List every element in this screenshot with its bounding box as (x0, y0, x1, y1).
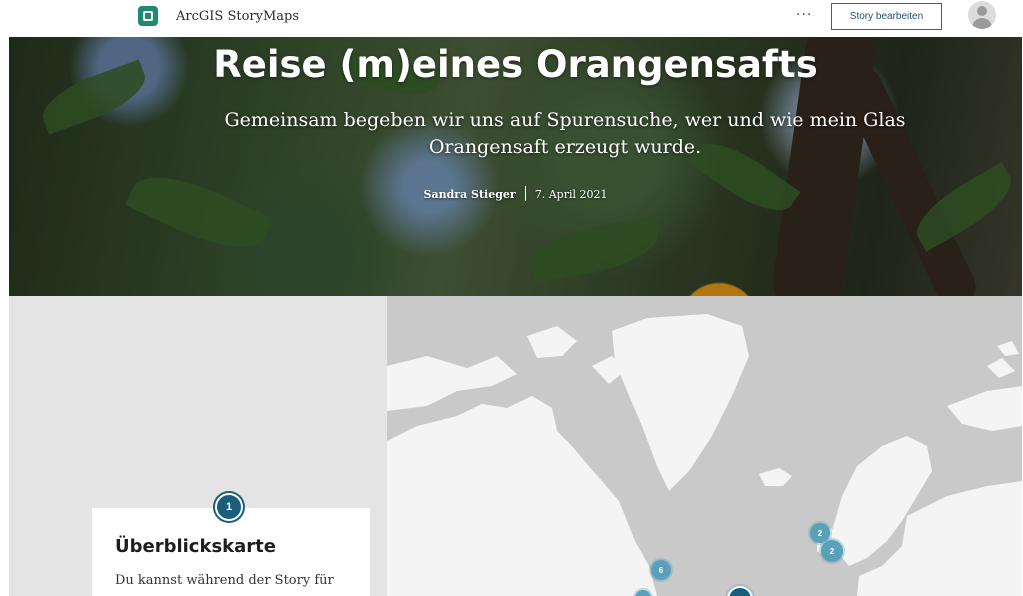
user-avatar-icon[interactable] (968, 1, 996, 29)
card-body-text: Du kannst während der Story für (115, 573, 334, 588)
story-title: Reise (m)eines Orangensafts (213, 43, 818, 86)
avatar-head (977, 6, 987, 16)
world-map-land (387, 314, 1022, 596)
story-subtitle: Gemeinsam begeben wir uns auf Spurensuch… (224, 109, 906, 158)
map-cluster-marker[interactable]: 2 (821, 540, 843, 562)
publish-date: 7. April 2021 (534, 188, 608, 201)
map-cluster-marker[interactable]: 6 (651, 560, 671, 580)
top-bar: ArcGIS StoryMaps ··· Story bearbeiten (0, 0, 1023, 36)
author-name: Sandra Stieger (423, 188, 516, 201)
storymaps-logo-icon[interactable] (138, 6, 158, 26)
story-byline: Sandra Stieger 7. April 2021 (9, 186, 1022, 201)
avatar-body (972, 18, 992, 29)
more-options-icon[interactable]: ··· (796, 7, 812, 23)
hero-banner: Reise (m)eines Orangensafts Gemeinsam be… (9, 37, 1022, 296)
card-title: Überblickskarte (115, 536, 276, 557)
byline-divider (524, 186, 526, 201)
overview-map[interactable]: 6 2 2 (387, 296, 1022, 596)
brand-name[interactable]: ArcGIS StoryMaps (176, 9, 299, 24)
card-number-badge[interactable]: 1 (215, 493, 243, 521)
edit-story-button[interactable]: Story bearbeiten (831, 3, 942, 30)
